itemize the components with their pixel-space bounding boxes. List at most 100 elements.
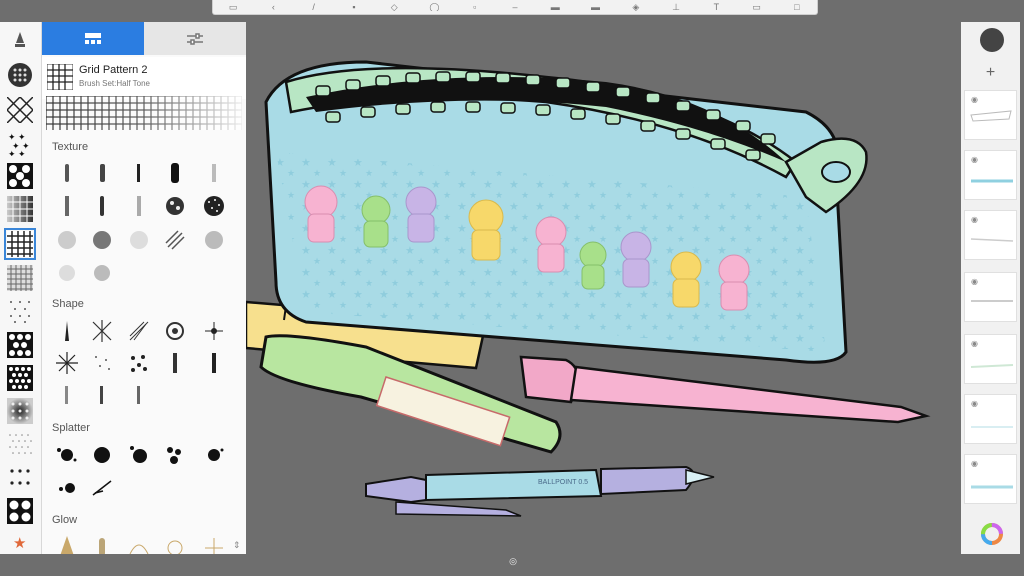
strip-brush-small-dots[interactable] <box>7 298 33 324</box>
shape-brush-5[interactable] <box>203 320 225 342</box>
layer-thumbnail-5[interactable]: ◉ <box>964 334 1017 384</box>
strip-brush-gradient-grid[interactable] <box>7 196 33 222</box>
texture-brush-14[interactable] <box>164 229 186 251</box>
layer-thumbnail-2[interactable]: ◉ <box>964 150 1017 200</box>
perspective-icon[interactable]: ⊥ <box>669 3 683 11</box>
scroll-arrows-icon[interactable]: ⇕ <box>233 540 241 551</box>
strip-brush-fine-grid[interactable] <box>7 265 33 291</box>
strip-brush-cross-hatch[interactable] <box>6 96 34 124</box>
ruler-icon[interactable]: – <box>508 3 522 11</box>
color-wheel-icon[interactable] <box>980 522 1004 546</box>
strip-brush-tiny-dots[interactable] <box>7 432 33 458</box>
shape-brush-9[interactable] <box>164 352 186 374</box>
layer-thumbnail-6[interactable]: ◉ <box>964 394 1017 444</box>
texture-brush-5[interactable] <box>203 162 225 184</box>
shape-brush-8[interactable] <box>128 352 150 374</box>
transform-icon[interactable]: ◯ <box>427 3 441 11</box>
svg-text:★: ★ <box>13 535 26 552</box>
image-icon[interactable]: ▭ <box>750 3 764 11</box>
tab-brush-settings[interactable] <box>144 22 246 55</box>
texture-brush-8[interactable] <box>128 195 150 217</box>
visibility-eye-icon[interactable]: ◉ <box>971 277 978 286</box>
texture-brush-1[interactable] <box>56 162 78 184</box>
selection-icon[interactable]: ◇ <box>387 3 401 11</box>
texture-brush-16[interactable] <box>56 262 78 284</box>
layer-thumbnail-7[interactable]: ◉ <box>964 454 1017 504</box>
splatter-brush-6[interactable] <box>56 477 78 499</box>
current-color-swatch[interactable] <box>980 28 1004 52</box>
strip-brush-big-dots[interactable] <box>7 163 33 189</box>
texture-brush-17[interactable] <box>91 262 113 284</box>
favorite-star-icon[interactable]: ★ <box>7 529 33 555</box>
glow-brush-5[interactable] <box>203 534 225 554</box>
visibility-eye-icon[interactable]: ◉ <box>971 215 978 224</box>
glow-brush-3[interactable] <box>128 534 150 554</box>
glow-brush-4[interactable] <box>164 534 186 554</box>
drawing-canvas[interactable]: ★ ★ <box>246 22 961 554</box>
strip-brush-stars[interactable]: ✦ ✦ ✦ ✦ ✦ ✦ <box>7 130 33 159</box>
shape-brush-11[interactable] <box>56 384 78 406</box>
splatter-brush-4[interactable] <box>164 444 186 466</box>
strip-brush-dense-dots[interactable] <box>7 365 33 391</box>
strip-brush-sparse-dots[interactable] <box>7 465 33 491</box>
section-texture-label: Texture <box>52 141 89 153</box>
shape-brush-7[interactable] <box>91 352 113 374</box>
bottom-handle-icon[interactable]: ◎ <box>508 556 518 566</box>
strip-brush-medium-dots[interactable] <box>7 332 33 358</box>
layers-icon[interactable]: ◈ <box>629 3 643 11</box>
shape-brush-12[interactable] <box>91 384 113 406</box>
color-icon[interactable]: ▬ <box>589 3 603 11</box>
redo-icon[interactable]: ‹ <box>266 3 280 11</box>
shape-brush-13[interactable] <box>128 384 150 406</box>
tab-brushes[interactable] <box>42 22 144 55</box>
texture-brush-12[interactable] <box>91 229 113 251</box>
pencil-case-drawing <box>264 60 868 364</box>
add-layer-button[interactable]: + <box>961 60 1020 86</box>
splatter-brush-7[interactable] <box>91 477 113 499</box>
shape-brush-4[interactable] <box>164 320 186 342</box>
texture-brush-11[interactable] <box>56 229 78 251</box>
fill-icon[interactable]: ▬ <box>548 3 562 11</box>
visibility-eye-icon[interactable]: ◉ <box>971 95 978 104</box>
layer-thumbnail-3[interactable]: ◉ <box>964 210 1017 260</box>
texture-brush-13[interactable] <box>128 229 150 251</box>
splatter-brush-2[interactable] <box>91 444 113 466</box>
undo-icon[interactable]: ▭ <box>226 3 240 11</box>
texture-brush-4[interactable] <box>164 162 186 184</box>
layer-thumbnail-1[interactable]: ◉ <box>964 90 1017 140</box>
strip-brush-circles[interactable] <box>7 498 33 524</box>
shape-brush-2[interactable] <box>91 320 113 342</box>
shape-brush-6[interactable] <box>56 352 78 374</box>
shape-brush-3[interactable] <box>128 320 150 342</box>
brush-icon[interactable]: / <box>307 3 321 11</box>
strip-brush-soft-halftone[interactable] <box>7 398 33 424</box>
strip-brush-grid-pattern-2-selected[interactable] <box>4 228 36 260</box>
shape-brush-10[interactable] <box>203 352 225 374</box>
splatter-brush-1[interactable] <box>56 444 78 466</box>
texture-brush-10[interactable] <box>203 195 225 217</box>
glow-brush-1[interactable] <box>56 534 78 554</box>
glow-brush-2[interactable] <box>91 534 113 554</box>
ballpoint-pen-drawing: BALLPOINT 0.5 <box>365 465 715 517</box>
text-icon[interactable]: T <box>709 3 723 11</box>
texture-brush-9[interactable] <box>164 195 186 217</box>
current-brush[interactable]: Grid Pattern 2 Brush Set:Half Tone <box>42 57 246 99</box>
brush-library-icon[interactable] <box>7 27 33 53</box>
texture-brush-7[interactable] <box>91 195 113 217</box>
layer-thumbnail-4[interactable]: ◉ <box>964 272 1017 322</box>
crop-icon[interactable]: ▫ <box>468 3 482 11</box>
texture-brush-2[interactable] <box>91 162 113 184</box>
shape-brush-1[interactable] <box>56 320 78 342</box>
texture-brush-3[interactable] <box>128 162 150 184</box>
splatter-brush-5[interactable] <box>203 444 225 466</box>
fullscreen-icon[interactable]: □ <box>790 3 804 11</box>
splatter-brush-3[interactable] <box>128 444 150 466</box>
eraser-icon[interactable]: ▪ <box>347 3 361 11</box>
visibility-eye-icon[interactable]: ◉ <box>971 155 978 164</box>
visibility-eye-icon[interactable]: ◉ <box>971 399 978 408</box>
texture-brush-15[interactable] <box>203 229 225 251</box>
strip-brush-halftone-dots[interactable] <box>7 62 33 88</box>
visibility-eye-icon[interactable]: ◉ <box>971 459 978 468</box>
texture-brush-6[interactable] <box>56 195 78 217</box>
visibility-eye-icon[interactable]: ◉ <box>971 339 978 348</box>
